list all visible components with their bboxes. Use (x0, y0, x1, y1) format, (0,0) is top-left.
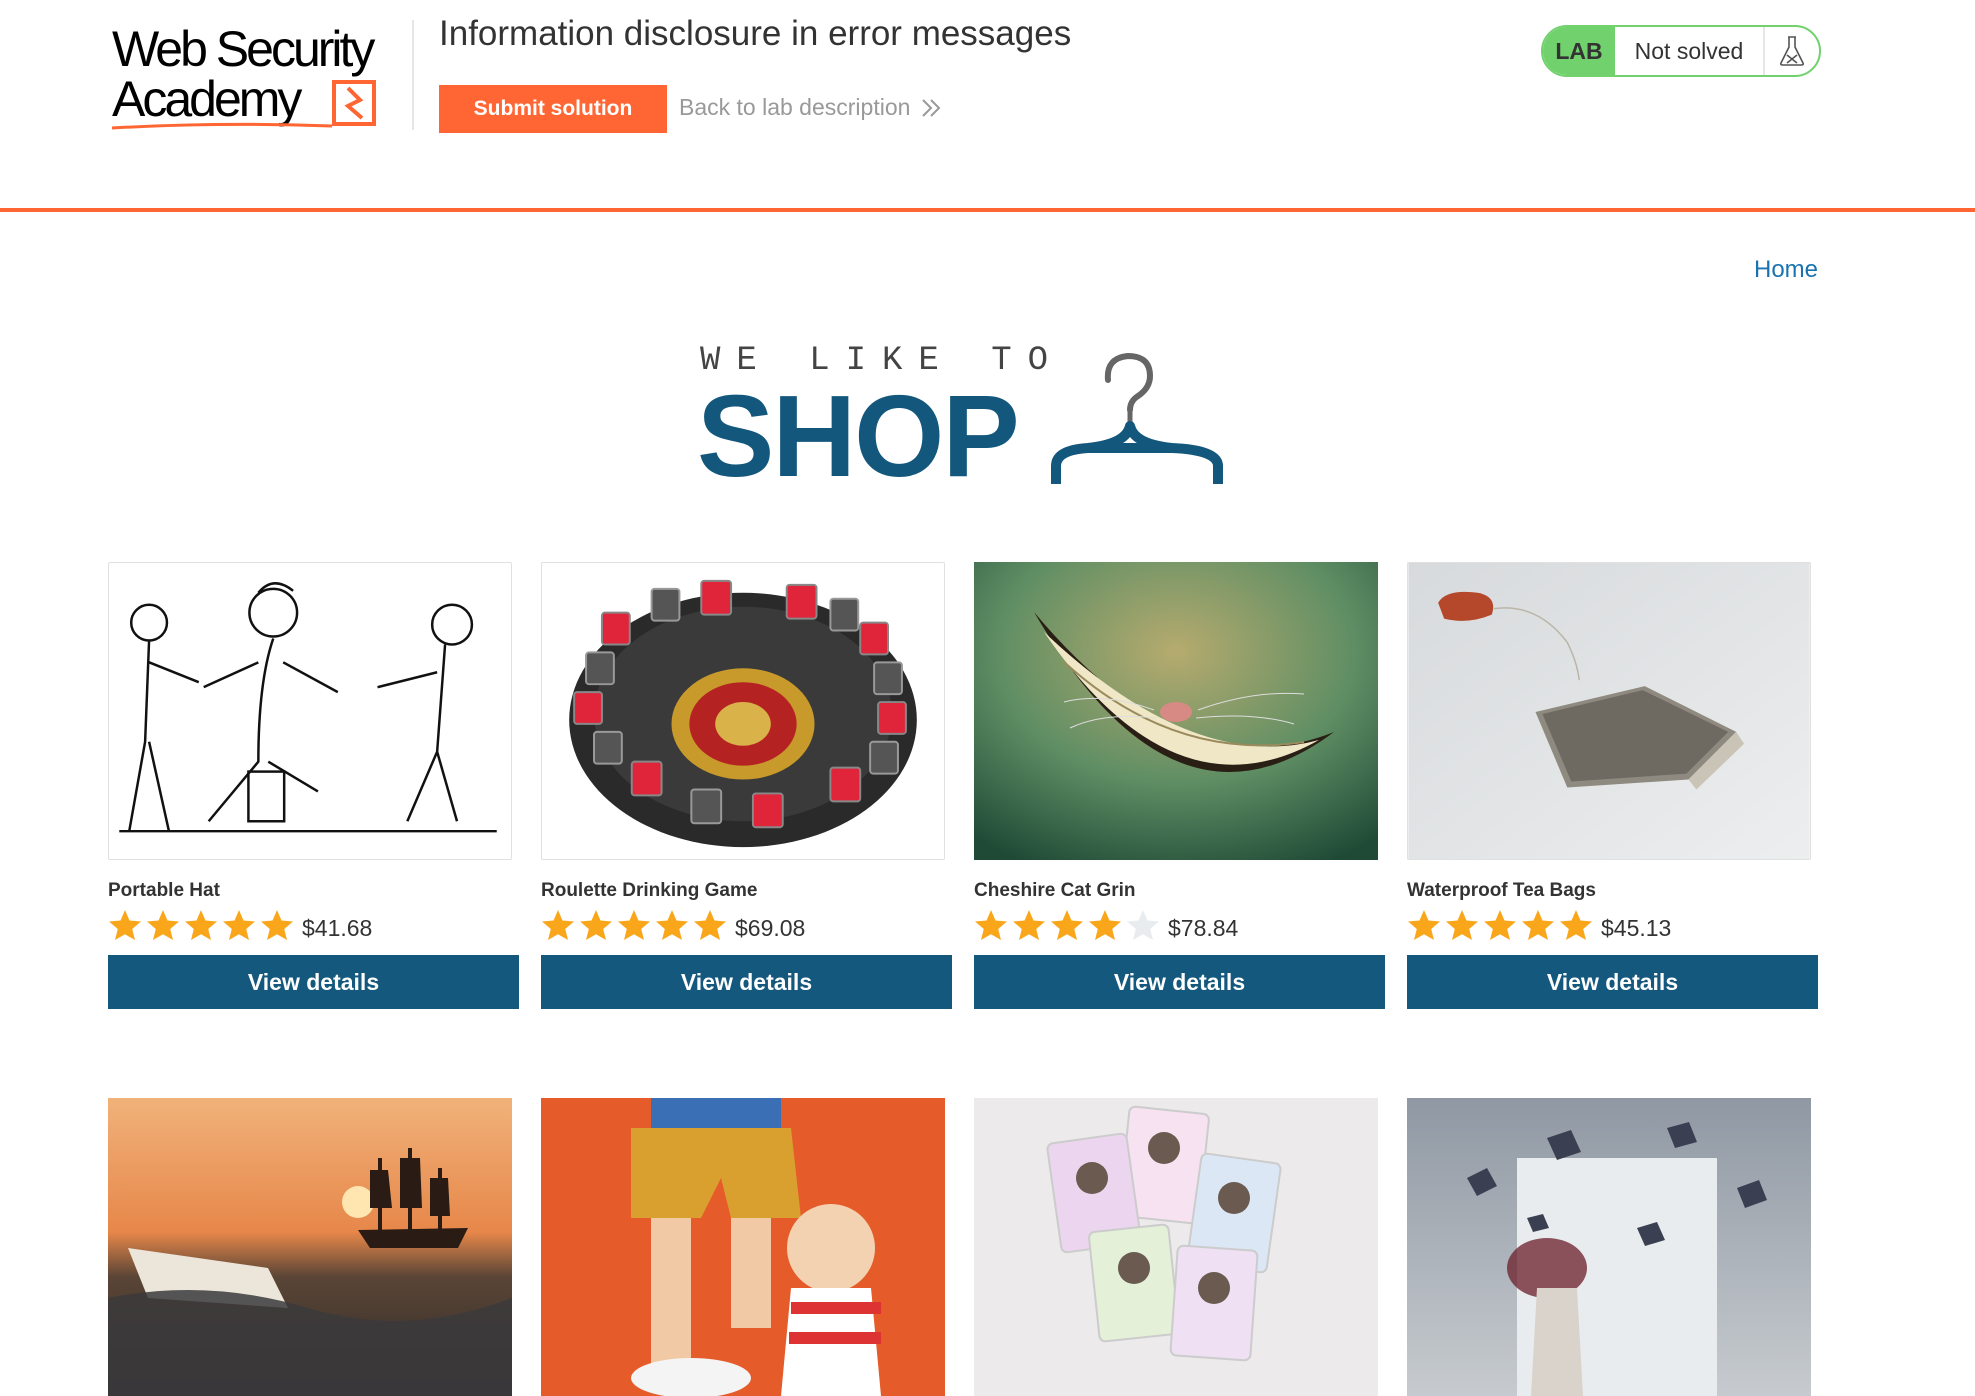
product-rating-row: $69.08 (541, 908, 952, 942)
star-filled-icon (618, 910, 650, 940)
politician-cards-illustration (974, 1098, 1378, 1396)
submit-solution-button[interactable]: Submit solution (439, 85, 667, 133)
lab-status-widget: LAB Not solved (1541, 25, 1821, 77)
product-card: Portable Hat $41.68 View details (108, 562, 519, 1009)
product-image-paper-boat-sunset[interactable] (108, 1098, 512, 1396)
star-filled-icon (261, 910, 293, 940)
product-card: Cheshire Cat Grin $78.84 View details (974, 562, 1385, 1009)
star-empty-icon (1127, 910, 1159, 940)
product-image-toy-figure[interactable] (541, 1098, 945, 1396)
product-card: Waterproof Tea Bags $45.13 View details (1407, 562, 1818, 1009)
product-image-flying-books[interactable] (1407, 1098, 1811, 1396)
star-filled-icon (147, 910, 179, 940)
double-chevron-right-icon (922, 98, 941, 117)
rating-stars (108, 909, 294, 941)
product-price: $69.08 (735, 914, 806, 941)
product-rating-row: $78.84 (974, 908, 1385, 942)
product-price: $78.84 (1168, 914, 1239, 941)
flask-icon-wrapper (1765, 27, 1819, 75)
home-link[interactable]: Home (1754, 256, 1818, 284)
flying-books-illustration (1407, 1098, 1811, 1396)
view-details-button[interactable]: View details (108, 955, 519, 1009)
star-filled-icon (542, 910, 574, 940)
paper-boat-sunset-illustration (108, 1098, 512, 1396)
product-image-waterproof-tea-bags[interactable] (1407, 562, 1811, 860)
logo-divider (412, 20, 414, 130)
product-rating-row: $45.13 (1407, 908, 1818, 942)
banner-title: SHOP (697, 371, 1020, 501)
product-name: Roulette Drinking Game (541, 880, 758, 901)
product-card: Roulette Drinking Game $69.08 View detai… (541, 562, 952, 1009)
view-details-button[interactable]: View details (1407, 955, 1818, 1009)
rating-stars (541, 909, 727, 941)
star-filled-icon (580, 910, 612, 940)
star-filled-icon (1051, 910, 1083, 940)
star-filled-icon (1013, 910, 1045, 940)
star-filled-icon (1446, 910, 1478, 940)
rating-stars (1407, 909, 1593, 941)
roulette-game-illustration (542, 563, 944, 859)
product-card (541, 1098, 952, 1396)
shop-banner: WE LIKE TO SHOP (697, 342, 1230, 501)
svg-text:Web Security: Web Security (112, 21, 375, 77)
star-filled-icon (185, 910, 217, 940)
star-filled-icon (1089, 910, 1121, 940)
star-filled-icon (1484, 910, 1516, 940)
svg-text:Academy: Academy (112, 71, 302, 127)
hanger-icon (1051, 352, 1223, 484)
star-filled-icon (1522, 910, 1554, 940)
portable-hat-illustration (109, 563, 511, 859)
product-price: $45.13 (1601, 914, 1672, 941)
flask-icon (1779, 36, 1805, 66)
web-security-academy-logo[interactable]: Web Security Academy (108, 18, 408, 134)
star-filled-icon (975, 910, 1007, 940)
product-card (974, 1098, 1385, 1396)
star-filled-icon (109, 910, 141, 940)
view-details-button[interactable]: View details (974, 955, 1385, 1009)
lab-status-text: Not solved (1615, 27, 1765, 75)
back-to-lab-description-link[interactable]: Back to lab description (679, 94, 942, 121)
product-price: $41.68 (302, 914, 373, 941)
cheshire-cat-grin-illustration (974, 562, 1378, 860)
product-image-politician-cards[interactable] (974, 1098, 1378, 1396)
product-rating-row: $41.68 (108, 908, 519, 942)
product-name: Cheshire Cat Grin (974, 880, 1136, 901)
product-image-cheshire-cat-grin[interactable] (974, 562, 1378, 860)
view-details-button[interactable]: View details (541, 955, 952, 1009)
academy-header: Web Security Academy Information disclos… (0, 0, 1975, 212)
star-filled-icon (656, 910, 688, 940)
product-name: Portable Hat (108, 880, 220, 901)
product-image-portable-hat[interactable] (108, 562, 512, 860)
product-card (1407, 1098, 1818, 1396)
lab-badge: LAB (1543, 27, 1615, 75)
lab-title: Information disclosure in error messages (439, 14, 1072, 53)
star-filled-icon (694, 910, 726, 940)
toy-figure-illustration (541, 1098, 945, 1396)
star-filled-icon (223, 910, 255, 940)
star-filled-icon (1408, 910, 1440, 940)
product-image-roulette-drinking-game[interactable] (541, 562, 945, 860)
product-name: Waterproof Tea Bags (1407, 880, 1596, 901)
back-link-label: Back to lab description (679, 94, 911, 120)
rating-stars (974, 909, 1160, 941)
star-filled-icon (1560, 910, 1592, 940)
product-card (108, 1098, 519, 1396)
tea-bag-illustration (1408, 563, 1810, 859)
